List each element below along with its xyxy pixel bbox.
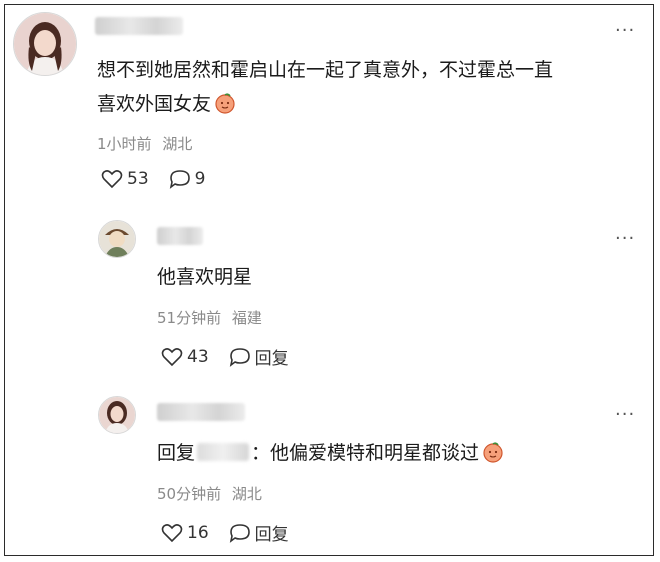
comment-actions: 53 9 bbox=[101, 169, 205, 189]
comment-text: 他喜欢明星 bbox=[157, 266, 253, 288]
reply-label: 回复 bbox=[254, 349, 289, 369]
like-count: 43 bbox=[187, 346, 209, 367]
speech-bubble-icon bbox=[229, 347, 250, 367]
comment-body: ：他偏爱模特和明星都谈过 bbox=[251, 442, 480, 464]
peach-emoji-icon bbox=[215, 93, 235, 114]
speech-bubble-icon bbox=[229, 523, 250, 543]
comment-text: 回复 ：他偏爱模特和明星都谈过 bbox=[157, 436, 504, 470]
username-blurred bbox=[157, 227, 203, 245]
heart-outline-icon bbox=[161, 523, 183, 542]
avatar[interactable] bbox=[98, 220, 136, 258]
comment-actions: 16 回复 bbox=[161, 520, 289, 545]
like-button[interactable]: 43 bbox=[161, 347, 209, 367]
comment-time: 1小时前 bbox=[97, 135, 152, 153]
comment-text: 喜欢外国女友 bbox=[97, 87, 236, 121]
reply-button[interactable]: 回复 bbox=[229, 344, 289, 369]
like-count: 16 bbox=[187, 522, 209, 543]
comment-thread: ··· 想不到她居然和霍启山在一起了真意外，不过霍总一直 喜欢外国女友 1小时前… bbox=[4, 4, 654, 556]
comment-text-line2: 喜欢外国女友 bbox=[97, 93, 212, 115]
comment-location: 湖北 bbox=[231, 485, 262, 503]
like-button[interactable]: 53 bbox=[101, 169, 149, 189]
reply-button[interactable]: 回复 bbox=[229, 520, 289, 545]
comment-actions: 43 回复 bbox=[161, 344, 289, 369]
like-button[interactable]: 16 bbox=[161, 523, 209, 543]
reply-count-button[interactable]: 9 bbox=[169, 169, 206, 189]
comment-time: 51分钟前 bbox=[157, 309, 222, 327]
more-options-icon[interactable]: ··· bbox=[615, 406, 635, 424]
more-options-icon[interactable]: ··· bbox=[615, 22, 635, 40]
avatar-image bbox=[99, 397, 135, 433]
avatar-image bbox=[14, 13, 76, 75]
comment-text-line1: 想不到她居然和霍启山在一起了真意外，不过霍总一直 bbox=[97, 59, 554, 81]
comment-location: 湖北 bbox=[162, 135, 193, 153]
more-options-icon[interactable]: ··· bbox=[615, 230, 635, 248]
heart-outline-icon bbox=[161, 347, 183, 366]
comment-meta: 51分钟前 福建 bbox=[157, 307, 262, 328]
reply-count: 9 bbox=[194, 169, 206, 189]
peach-emoji-icon bbox=[483, 442, 503, 463]
avatar[interactable] bbox=[98, 396, 136, 434]
reply-prefix: 回复 bbox=[157, 442, 196, 464]
mentioned-user-blurred[interactable] bbox=[197, 443, 250, 461]
like-count: 53 bbox=[127, 169, 149, 189]
avatar[interactable] bbox=[13, 12, 77, 76]
speech-bubble-icon bbox=[169, 170, 190, 189]
reply-label: 回复 bbox=[254, 525, 289, 545]
comment-location: 福建 bbox=[231, 309, 262, 327]
comment-meta: 1小时前 湖北 bbox=[97, 133, 192, 154]
username-blurred bbox=[95, 17, 183, 35]
heart-outline-icon bbox=[101, 170, 123, 189]
username-blurred bbox=[157, 403, 245, 421]
avatar-image bbox=[99, 221, 135, 257]
comment-text: 想不到她居然和霍启山在一起了真意外，不过霍总一直 bbox=[97, 53, 553, 87]
comment-meta: 50分钟前 湖北 bbox=[157, 483, 262, 504]
comment-time: 50分钟前 bbox=[157, 485, 222, 503]
